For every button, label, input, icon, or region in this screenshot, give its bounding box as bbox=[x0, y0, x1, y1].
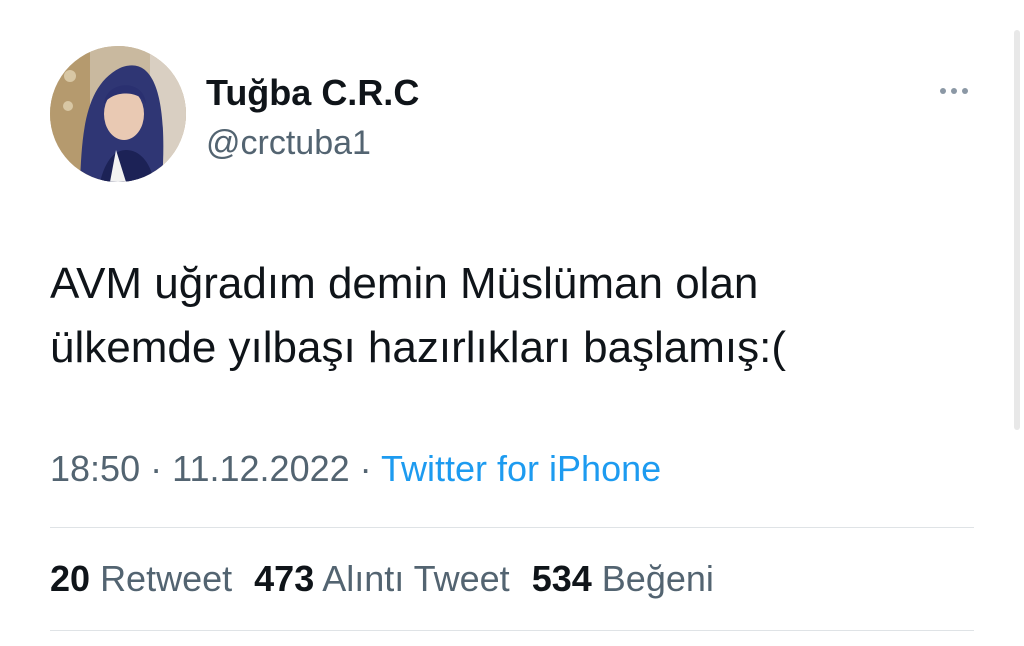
more-horizontal-icon bbox=[940, 88, 946, 94]
avatar[interactable] bbox=[50, 46, 186, 182]
tweet-text: AVM uğradım demin Müslüman olan ülkemde … bbox=[50, 252, 990, 380]
meta-separator: · bbox=[150, 448, 163, 489]
tweet-time[interactable]: 18:50 bbox=[50, 448, 140, 489]
retweets-count: 20 bbox=[50, 558, 91, 599]
tweet-source-link[interactable]: Twitter for iPhone bbox=[381, 448, 661, 489]
username-handle[interactable]: @crctuba1 bbox=[206, 124, 371, 163]
retweets-label: Retweet bbox=[100, 558, 233, 599]
likes-stat[interactable]: 534 Beğeni bbox=[532, 558, 714, 599]
quote-tweets-label: Alıntı Tweet bbox=[322, 558, 510, 599]
more-horizontal-icon bbox=[951, 88, 957, 94]
tweet-meta: 18:50 · 11.12.2022 · Twitter for iPhone bbox=[50, 448, 661, 490]
quote-tweets-count: 473 bbox=[254, 558, 315, 599]
quote-tweets-stat[interactable]: 473 Alıntı Tweet bbox=[254, 558, 510, 599]
divider bbox=[50, 527, 974, 528]
tweet-card: Tuğba C.R.C @crctuba1 AVM uğradım demin … bbox=[0, 0, 1024, 646]
likes-count: 534 bbox=[531, 558, 592, 599]
more-horizontal-icon bbox=[962, 88, 968, 94]
tweet-text-line: ülkemde yılbaşı hazırlıkları başlamış:( bbox=[50, 323, 787, 372]
tweet-date[interactable]: 11.12.2022 bbox=[172, 448, 350, 489]
scrollbar[interactable] bbox=[1014, 30, 1020, 430]
tweet-stats: 20 Retweet 473 Alıntı Tweet 534 Beğeni bbox=[50, 558, 726, 600]
more-options-button[interactable] bbox=[932, 76, 976, 106]
divider bbox=[50, 630, 974, 631]
tweet-text-line: AVM uğradım demin Müslüman olan bbox=[50, 259, 759, 308]
avatar-photo bbox=[50, 46, 186, 182]
retweets-stat[interactable]: 20 Retweet bbox=[50, 558, 232, 599]
meta-separator: · bbox=[359, 448, 372, 489]
likes-label: Beğeni bbox=[601, 558, 714, 599]
display-name[interactable]: Tuğba C.R.C bbox=[206, 72, 419, 114]
